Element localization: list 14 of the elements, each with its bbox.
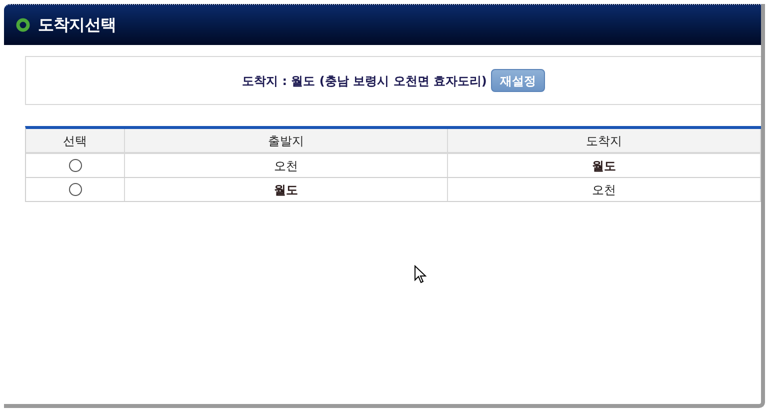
column-header: 도착지: [448, 129, 761, 152]
column-header: 출발지: [125, 129, 448, 152]
window-title: 도착지선택: [38, 14, 116, 36]
table-cell-text: 오천: [592, 182, 616, 198]
column-header: 선택: [26, 129, 125, 152]
reset-button[interactable]: 재설정: [490, 69, 545, 92]
table-cell-text: 오천: [274, 158, 298, 174]
radio-button[interactable]: [68, 159, 82, 172]
table-cell-text: 월도: [592, 158, 616, 174]
radio-button[interactable]: [68, 183, 82, 196]
ring-icon: [16, 18, 30, 32]
destination-text: 도착지 : 월도 (충남 보령시 오천면 효자도리): [242, 72, 487, 90]
table-cell-text: 월도: [274, 182, 298, 198]
mouse-pointer-icon: [414, 265, 427, 284]
